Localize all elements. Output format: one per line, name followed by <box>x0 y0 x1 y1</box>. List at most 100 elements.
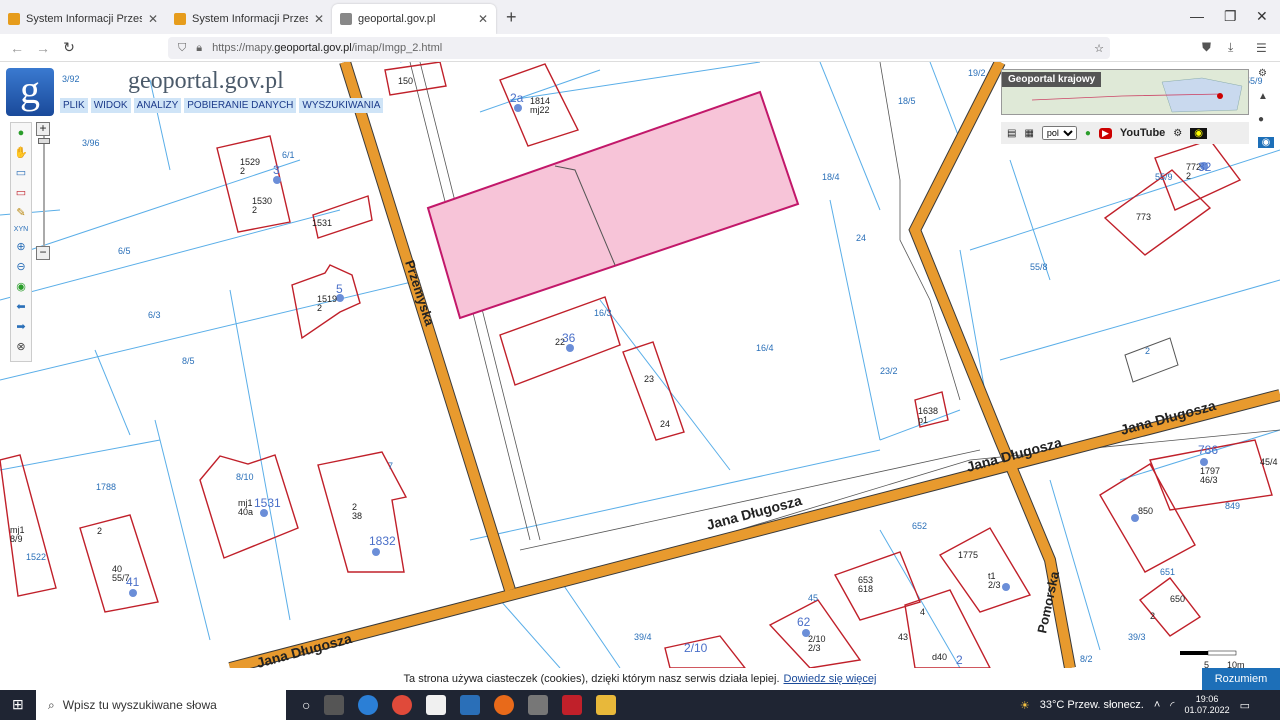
bookmark-star-icon[interactable]: ☆ <box>1094 42 1104 55</box>
parcel-label: 1522 <box>26 552 46 562</box>
next-view-icon[interactable]: ➡ <box>16 320 25 333</box>
pencil-icon[interactable]: ✎ <box>16 206 25 219</box>
download-icon[interactable]: ⤓ <box>1228 40 1233 55</box>
close-icon[interactable]: ✕ <box>148 12 158 26</box>
taskbar-search[interactable]: ⌕ Wpisz tu wyszukiwane słowa <box>36 690 286 720</box>
parcel-label: 8/5 <box>182 356 195 366</box>
weather-text[interactable]: 33°C Przew. słonecz. <box>1040 699 1144 711</box>
map-drawing[interactable]: Przemyska Jana Długosza Jana Długosza Ja… <box>0 62 1280 668</box>
overview-toolbar: ▤ ▦ pol ● ▶ YouTube ⚙ ◉ <box>1001 122 1249 144</box>
zoom-rail[interactable] <box>38 136 50 246</box>
globe-icon[interactable]: ◉ <box>16 280 26 293</box>
eye-icon[interactable]: ◉ <box>1258 137 1274 148</box>
geoportal-logo[interactable]: g <box>6 68 54 116</box>
language-select[interactable]: pol <box>1041 126 1077 140</box>
menu-icon[interactable]: ☰ <box>1256 41 1267 55</box>
info-icon[interactable]: ● <box>18 127 25 139</box>
weather-icon[interactable]: ☀ <box>1020 699 1030 712</box>
forward-icon[interactable]: → <box>30 40 56 56</box>
cortana-icon[interactable]: ○ <box>302 697 310 713</box>
tab-title: System Informacji Przestrzennej <box>192 13 308 25</box>
previous-view-icon[interactable]: ⬅ <box>16 300 25 313</box>
firefox-icon[interactable] <box>494 695 515 715</box>
zoom-plus-button[interactable]: + <box>36 122 50 136</box>
building-label: mj22 <box>530 105 550 115</box>
cookie-banner: Ta strona używa ciasteczek (cookies), dz… <box>0 668 1280 690</box>
youtube-icon[interactable]: ▶ <box>1098 127 1112 139</box>
shield-icon[interactable]: ⛉ <box>178 42 186 55</box>
view-icon[interactable]: ● <box>1258 114 1274 125</box>
swiss-app-icon[interactable] <box>562 695 583 715</box>
house-number: 3 <box>273 163 280 177</box>
file-explorer-icon[interactable] <box>596 695 617 715</box>
map-canvas[interactable]: Przemyska Jana Długosza Jana Długosza Ja… <box>0 62 1280 668</box>
tab-sip-2[interactable]: System Informacji Przestrzennej ✕ <box>166 4 332 34</box>
menu-widok[interactable]: WIDOK <box>90 98 131 113</box>
building-label: 618 <box>858 584 873 594</box>
pocket-icon[interactable]: ⛊ <box>1202 40 1211 55</box>
search-icon: ⌕ <box>48 697 55 712</box>
zoom-in-icon[interactable]: ⊕ <box>16 240 25 253</box>
settings-wheel-icon[interactable]: ⚙ <box>1173 128 1182 139</box>
map-icon[interactable]: ▦ <box>1024 128 1033 139</box>
xy-coordinate-icon[interactable]: XYN <box>14 226 28 233</box>
zoom-out-icon[interactable]: ⊖ <box>16 260 25 273</box>
zoom-box-icon[interactable]: ▭ <box>16 166 26 179</box>
overview-map[interactable]: Geoportal krajowy <box>1001 69 1249 115</box>
parcel-label: 3/96 <box>82 138 100 148</box>
parcel-label: 6/3 <box>148 310 161 320</box>
network-icon[interactable]: ◜ <box>1170 699 1174 712</box>
accessibility-icon[interactable]: ◉ <box>1190 127 1207 139</box>
tab-geoportal[interactable]: geoportal.gov.pl ✕ <box>332 4 496 34</box>
layers-icon[interactable]: ⚙ <box>1258 68 1274 79</box>
cookie-accept-button[interactable]: Rozumiem <box>1202 668 1280 690</box>
parcel-label: 19/2 <box>968 68 986 78</box>
tray-arrow-icon[interactable]: ˄ <box>1154 699 1160 711</box>
restore-icon[interactable]: ❐ <box>1224 8 1237 25</box>
chrome-icon[interactable] <box>392 695 413 715</box>
scale-bar: 5 10m <box>1178 650 1258 670</box>
parcel-label: 7 <box>388 461 393 471</box>
building-label: 2/3 <box>988 580 1001 590</box>
reload-icon[interactable]: ↻ <box>56 39 82 56</box>
close-icon[interactable]: ✕ <box>478 12 488 26</box>
edge-icon[interactable] <box>358 695 379 715</box>
parcel-label: 16/4 <box>756 343 774 353</box>
windows-start-icon[interactable]: ⊞ <box>12 696 24 713</box>
zoom-slider[interactable]: + − <box>36 122 52 268</box>
print-icon[interactable]: ▤ <box>1007 128 1016 139</box>
building-label: 2 <box>1150 611 1155 621</box>
tab-sip-1[interactable]: System Informacji Przestrzennej ✕ <box>0 4 166 34</box>
building-label: 1531 <box>312 218 332 228</box>
zoom-knob[interactable] <box>38 138 50 144</box>
pin-icon[interactable]: ▲ <box>1258 91 1274 102</box>
menu-plik[interactable]: PLIK <box>60 98 88 113</box>
youtube-label[interactable]: YouTube <box>1120 127 1165 139</box>
menu-pobieranie-danych[interactable]: POBIERANIE DANYCH <box>184 98 297 113</box>
close-window-icon[interactable]: ✕ <box>1256 8 1268 25</box>
cookie-learn-more-link[interactable]: Dowiedz się więcej <box>784 673 877 685</box>
menu-analizy[interactable]: ANALIZY <box>133 98 182 113</box>
store-icon[interactable] <box>426 695 447 715</box>
zoom-minus-button[interactable]: − <box>36 246 50 260</box>
cookie-text: Ta strona używa ciasteczek (cookies), dz… <box>403 673 780 685</box>
clear-icon[interactable]: ⊗ <box>16 340 25 353</box>
back-icon[interactable]: ← <box>4 40 30 56</box>
calculator-icon[interactable] <box>528 695 549 715</box>
notification-icon[interactable]: ▭ <box>1240 699 1250 712</box>
selected-parcel[interactable] <box>426 90 800 320</box>
parcel-label: 652 <box>912 521 927 531</box>
task-view-icon[interactable] <box>324 695 345 715</box>
pan-hand-icon[interactable]: ✋ <box>14 146 28 159</box>
url-bar[interactable]: ⛉ 🔒︎ https://mapy.geoportal.gov.pl/imap/… <box>168 37 1110 59</box>
lock-icon[interactable]: 🔒︎ <box>196 42 202 55</box>
clock[interactable]: 19:06 01.07.2022 <box>1185 694 1230 716</box>
zoom-out-box-icon[interactable]: ▭ <box>16 186 26 199</box>
street-label-dlugosza-1: Jana Długosza <box>255 630 354 668</box>
help-icon[interactable]: ● <box>1085 128 1091 139</box>
menu-wyszukiwania[interactable]: WYSZUKIWANIA <box>299 98 384 113</box>
minimize-icon[interactable]: — <box>1190 8 1204 24</box>
new-tab-icon[interactable]: + <box>506 7 517 28</box>
close-icon[interactable]: ✕ <box>314 12 324 26</box>
mail-icon[interactable] <box>460 695 481 715</box>
